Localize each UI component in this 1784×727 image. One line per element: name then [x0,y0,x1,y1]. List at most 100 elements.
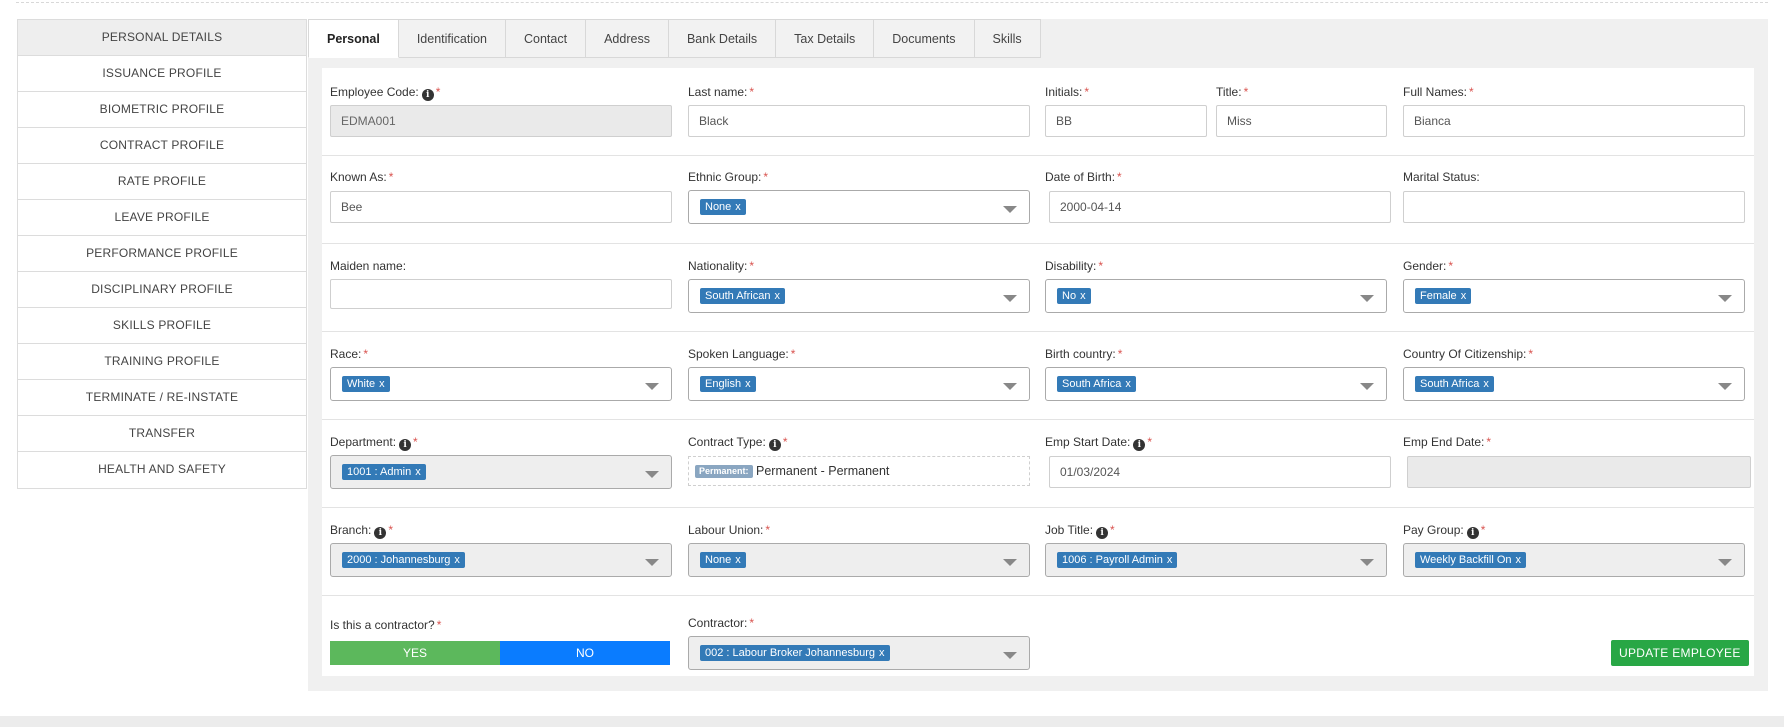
marital-status-input[interactable] [1403,191,1745,223]
sidebar-item-leave-profile[interactable]: LEAVE PROFILE [18,200,306,236]
date-of-birth-input[interactable]: 2000-04-14 [1049,191,1391,223]
tab-identification[interactable]: Identification [398,19,506,58]
tab-contact[interactable]: Contact [506,19,587,58]
initials-group: Initials: * BB [1045,85,1207,145]
remove-chip-icon[interactable]: x [745,378,751,390]
required-mark: * [1486,435,1492,449]
labour-union-chip: None x [700,552,746,568]
branch-select[interactable]: 2000 : Johannesburg x [330,543,672,577]
tab-skills[interactable]: Skills [974,19,1041,58]
sidebar-item-contract-profile[interactable]: CONTRACT PROFILE [18,128,306,164]
contract-type-field[interactable]: Permanent: Permanent - Permanent [688,456,1030,486]
info-icon[interactable]: i [374,527,387,539]
spoken-language-select[interactable]: English x [688,367,1030,401]
sidebar-item-disciplinary-profile[interactable]: DISCIPLINARY PROFILE [18,272,306,308]
remove-chip-icon[interactable]: x [735,201,741,213]
required-mark: * [1243,85,1249,99]
spoken-language-chip: English x [700,376,756,392]
tab-bank-details[interactable]: Bank Details [668,19,777,58]
remove-chip-icon[interactable]: x [1167,554,1173,566]
gender-select[interactable]: Female x [1403,279,1745,313]
tab-documents[interactable]: Documents [874,19,975,58]
race-chip: White x [342,376,390,392]
tab-bar: Personal Identification Contact Address … [308,19,1041,58]
sidebar-item-issuance-profile[interactable]: ISSUANCE PROFILE [18,56,306,92]
remove-chip-icon[interactable]: x [879,647,885,659]
labour-union-select[interactable]: None x [688,543,1030,577]
remove-chip-icon[interactable]: x [454,554,460,566]
info-icon[interactable]: i [1133,439,1146,451]
info-icon[interactable]: i [421,89,434,101]
gender-label: Gender: * [1403,259,1454,273]
disability-chip: No x [1057,288,1091,304]
remove-chip-icon[interactable]: x [415,466,421,478]
remove-chip-icon[interactable]: x [1080,290,1086,302]
nationality-select[interactable]: South African x [688,279,1030,313]
remove-chip-icon[interactable]: x [379,378,385,390]
sidebar-item-transfer[interactable]: TRANSFER [18,416,306,452]
info-icon[interactable]: i [1096,527,1109,539]
chevron-down-icon [645,559,659,566]
labour-union-group: Labour Union: * None x [688,523,1030,583]
sidebar-item-rate-profile[interactable]: RATE PROFILE [18,164,306,200]
sidebar-item-health-and-safety[interactable]: HEALTH AND SAFETY [18,452,306,488]
last-name-input[interactable]: Black [688,105,1030,137]
remove-chip-icon[interactable]: x [1483,378,1489,390]
remove-chip-icon[interactable]: x [1125,378,1131,390]
title-input[interactable]: Miss [1216,105,1387,137]
maiden-name-input[interactable] [330,279,672,309]
form-row-4: Race: * White x Spoken Language: * English x… [322,332,1754,420]
contractor-label: Contractor: * [688,616,755,630]
ethnic-group-select[interactable]: None x [688,190,1030,224]
contractor-chip: 002 : Labour Broker Johannesburg x [700,645,890,661]
sidebar-item-training-profile[interactable]: TRAINING PROFILE [18,344,306,380]
disability-select[interactable]: No x [1045,279,1387,313]
citizenship-chip: South Africa x [1415,376,1494,392]
required-mark: * [413,435,418,449]
remove-chip-icon[interactable]: x [735,554,741,566]
race-select[interactable]: White x [330,367,672,401]
contractor-no-button[interactable]: NO [500,641,670,665]
sidebar-item-personal-details[interactable]: PERSONAL DETAILS [18,20,306,56]
department-select[interactable]: 1001 : Admin x [330,455,672,489]
tab-tax-details[interactable]: Tax Details [776,19,875,58]
emp-end-date-input[interactable] [1407,456,1751,488]
birth-country-select[interactable]: South Africa x [1045,367,1387,401]
initials-label: Initials: * [1045,85,1090,99]
sidebar-item-performance-profile[interactable]: PERFORMANCE PROFILE [18,236,306,272]
nationality-chip: South African x [700,288,785,304]
contractor-yes-button[interactable]: YES [330,641,500,665]
initials-input[interactable]: BB [1045,105,1207,137]
contract-type-value: Permanent - Permanent [756,464,890,478]
required-mark: * [363,347,369,361]
remove-chip-icon[interactable]: x [1516,554,1522,566]
info-icon[interactable]: i [1466,527,1479,539]
known-as-input[interactable]: Bee [330,191,672,223]
emp-start-date-input[interactable]: 01/03/2024 [1049,456,1391,488]
required-mark: * [790,347,796,361]
contractor-toggle: YES NO [330,641,670,665]
pay-group-select[interactable]: Weekly Backfill On x [1403,543,1745,577]
info-icon[interactable]: i [399,439,412,451]
info-icon[interactable]: i [768,439,781,451]
remove-chip-icon[interactable]: x [774,290,780,302]
remove-chip-icon[interactable]: x [1461,290,1467,302]
job-title-select[interactable]: 1006 : Payroll Admin x [1045,543,1387,577]
contractor-select[interactable]: 002 : Labour Broker Johannesburg x [688,636,1030,670]
nationality-label: Nationality: * [688,259,755,273]
update-employee-button[interactable]: UPDATE EMPLOYEE [1611,640,1749,666]
tab-personal[interactable]: Personal [308,19,399,58]
employee-code-input[interactable]: EDMA001 [330,105,672,137]
maiden-name-group: Maiden name: [330,259,672,319]
employee-code-group: Employee Code: i * EDMA001 [330,85,672,145]
tab-address[interactable]: Address [586,19,669,58]
sidebar-item-biometric-profile[interactable]: BIOMETRIC PROFILE [18,92,306,128]
birth-country-group: Birth country: * South Africa x [1045,347,1387,407]
sidebar-item-skills-profile[interactable]: SKILLS PROFILE [18,308,306,344]
citizenship-select[interactable]: South Africa x [1403,367,1745,401]
title-label: Title: * [1216,85,1249,99]
sidebar-item-terminate-reinstate[interactable]: TERMINATE / RE-INSTATE [18,380,306,416]
full-names-input[interactable]: Bianca [1403,105,1745,137]
chevron-down-icon [1003,383,1017,390]
required-mark: * [1528,347,1534,361]
